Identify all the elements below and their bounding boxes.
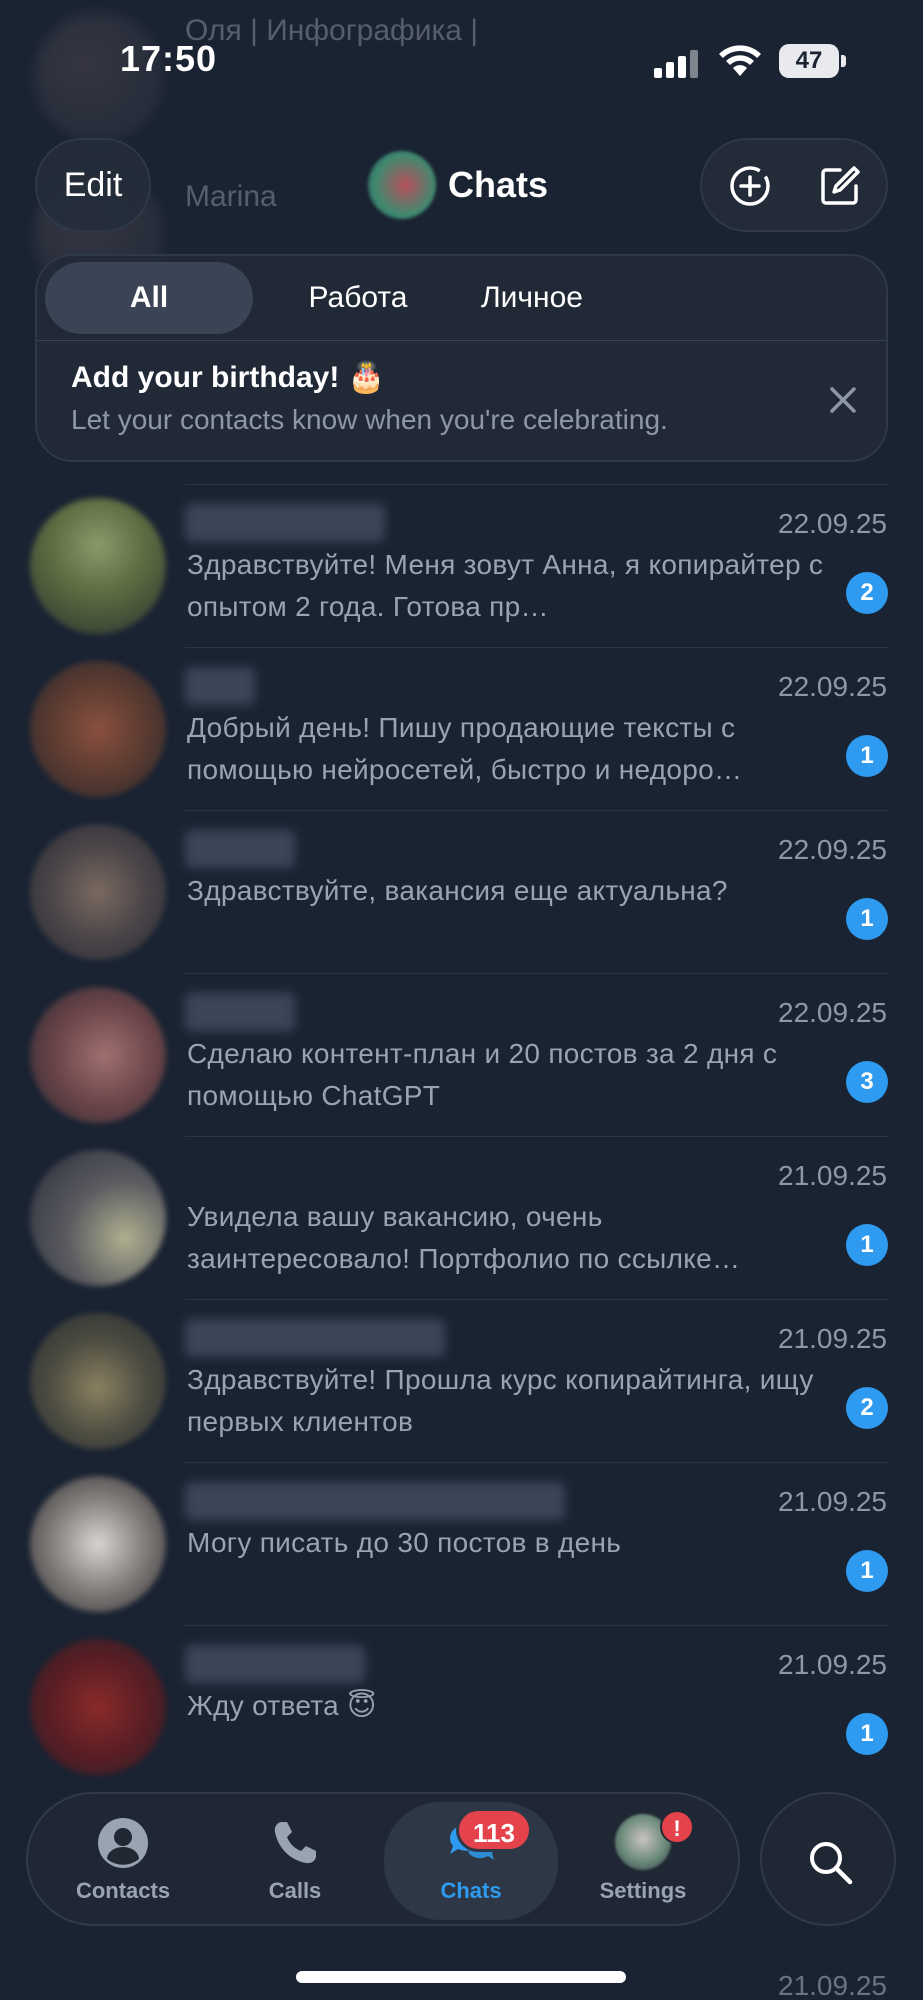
chat-date: 21.09.25: [778, 1486, 887, 1517]
chat-name: Оля | Инфографика |: [185, 14, 479, 47]
chat-name-redacted: [185, 1319, 445, 1357]
chat-name-redacted: [185, 667, 255, 705]
person-circle-icon: [98, 1818, 148, 1868]
divider: [185, 973, 888, 974]
avatar[interactable]: [30, 661, 166, 797]
chat-name-redacted: [185, 1482, 565, 1520]
search-icon: [810, 1842, 853, 1885]
unread-badge: 1: [846, 735, 888, 777]
tab-contacts[interactable]: Contacts: [48, 1794, 198, 1928]
unread-badge: 1: [846, 898, 888, 940]
story-avatar[interactable]: [368, 151, 436, 219]
unread-badge: 1: [846, 1713, 888, 1755]
chat-name-redacted: [185, 504, 385, 542]
chat-preview: Здравствуйте! Прошла курс копирайтинга, …: [187, 1364, 814, 1437]
avatar[interactable]: [30, 1313, 166, 1449]
tab-label: Calls: [268, 1878, 322, 1903]
battery-indicator: 47: [779, 44, 839, 78]
avatar[interactable]: [30, 987, 166, 1123]
avatar[interactable]: [30, 1476, 166, 1612]
tab-label: Chats: [440, 1878, 502, 1903]
unread-badge: 3: [846, 1061, 888, 1103]
avatar[interactable]: [30, 824, 166, 960]
divider: [185, 1462, 888, 1463]
chat-name-redacted: [185, 830, 295, 868]
divider: [185, 484, 888, 485]
home-indicator: [296, 1971, 626, 1983]
chat-date: 21.09.25: [778, 1323, 887, 1354]
edit-button[interactable]: Edit: [35, 138, 151, 232]
avatar[interactable]: [30, 1639, 166, 1775]
folders-and-banner-card: All Работа Личное Add your birthday! 🎂 L…: [35, 254, 888, 462]
close-icon[interactable]: [827, 384, 859, 416]
chat-preview: Сделаю контент-план и 20 постов за 2 дня…: [187, 1038, 778, 1111]
settings-alert-badge: !: [660, 1810, 694, 1844]
chat-date: 22.09.25: [778, 671, 887, 702]
tab-all[interactable]: All: [45, 262, 253, 334]
chat-row[interactable]: 21.09.25 Здравствуйте! Прошла курс копир…: [0, 1299, 923, 1462]
tab-settings[interactable]: Settings: [568, 1794, 718, 1928]
page-title: Chats: [448, 164, 549, 205]
avatar[interactable]: [30, 498, 166, 634]
phone-icon: [274, 1822, 316, 1864]
cellular-signal-icon: [654, 50, 700, 78]
chat-date: 21.09.25: [778, 1649, 887, 1680]
chat-date: 21.09.25: [778, 1970, 887, 2000]
chat-preview: Увидела вашу вакансию, очень заинтересов…: [187, 1201, 741, 1274]
tab-label: Settings: [599, 1878, 687, 1903]
divider: [37, 340, 886, 341]
compose-icon[interactable]: [816, 162, 864, 210]
search-button[interactable]: [760, 1792, 896, 1926]
birthday-banner-title[interactable]: Add your birthday! 🎂: [71, 360, 385, 395]
unread-badge: 1: [846, 1550, 888, 1592]
chat-preview: Добрый день! Пишу продающие тексты с пом…: [187, 712, 743, 785]
chat-date: 21.09.25: [778, 1160, 887, 1191]
divider: [185, 647, 888, 648]
tab-label: Contacts: [75, 1878, 171, 1903]
chat-row[interactable]: 22.09.25 Здравствуйте! Меня зовут Анна, …: [0, 484, 923, 647]
unread-badge: 2: [846, 572, 888, 614]
chat-date: 22.09.25: [778, 997, 887, 1028]
status-time: 17:50: [120, 38, 218, 79]
chat-row[interactable]: 21.09.25 Жду ответа 😇 1: [0, 1625, 923, 1788]
unread-total-badge: 113: [456, 1808, 532, 1852]
unread-badge: 2: [846, 1387, 888, 1429]
unread-badge: 1: [846, 1224, 888, 1266]
chat-preview: Могу писать до 30 постов в день: [187, 1527, 622, 1558]
chat-preview: Жду ответа 😇: [187, 1690, 377, 1721]
circle-plus-icon[interactable]: [726, 162, 774, 210]
wifi-icon: [719, 45, 761, 76]
chat-date: 22.09.25: [778, 508, 887, 539]
tab-work[interactable]: Работа: [283, 262, 433, 334]
header-title[interactable]: Chats: [368, 150, 548, 220]
tab-calls[interactable]: Calls: [220, 1794, 370, 1928]
chat-preview: Здравствуйте, вакансия еще актуальна?: [187, 875, 728, 906]
divider: [185, 1299, 888, 1300]
divider: [185, 1625, 888, 1626]
chat-row[interactable]: 21.09.25 Могу писать до 30 постов в день…: [0, 1462, 923, 1625]
header-actions: [700, 138, 888, 232]
tab-personal[interactable]: Личное: [457, 262, 607, 334]
chat-row[interactable]: 22.09.25 Сделаю контент-план и 20 постов…: [0, 973, 923, 1136]
avatar[interactable]: [30, 1150, 166, 1286]
chat-row[interactable]: 21.09.25 Увидела вашу вакансию, очень за…: [0, 1136, 923, 1299]
chat-row[interactable]: 22.09.25 Добрый день! Пишу продающие тек…: [0, 647, 923, 810]
battery-tip: [841, 55, 846, 67]
chat-row[interactable]: 22.09.25 Здравствуйте, вакансия еще акту…: [0, 810, 923, 973]
birthday-banner-subtitle[interactable]: Let your contacts know when you're celeb…: [71, 404, 668, 436]
tab-bar: Contacts Calls Chats Settings: [26, 1792, 740, 1926]
divider: [185, 1136, 888, 1137]
chats-screen: Оля | Инфографика | Marina 17:50 47 Edit…: [0, 0, 923, 2000]
chat-name: Marina: [185, 180, 277, 213]
chat-name-redacted: [185, 993, 295, 1031]
chat-name-redacted: [185, 1645, 365, 1683]
chat-preview: Здравствуйте! Меня зовут Анна, я копирай…: [187, 549, 824, 622]
divider: [185, 810, 888, 811]
chat-date: 22.09.25: [778, 834, 887, 865]
